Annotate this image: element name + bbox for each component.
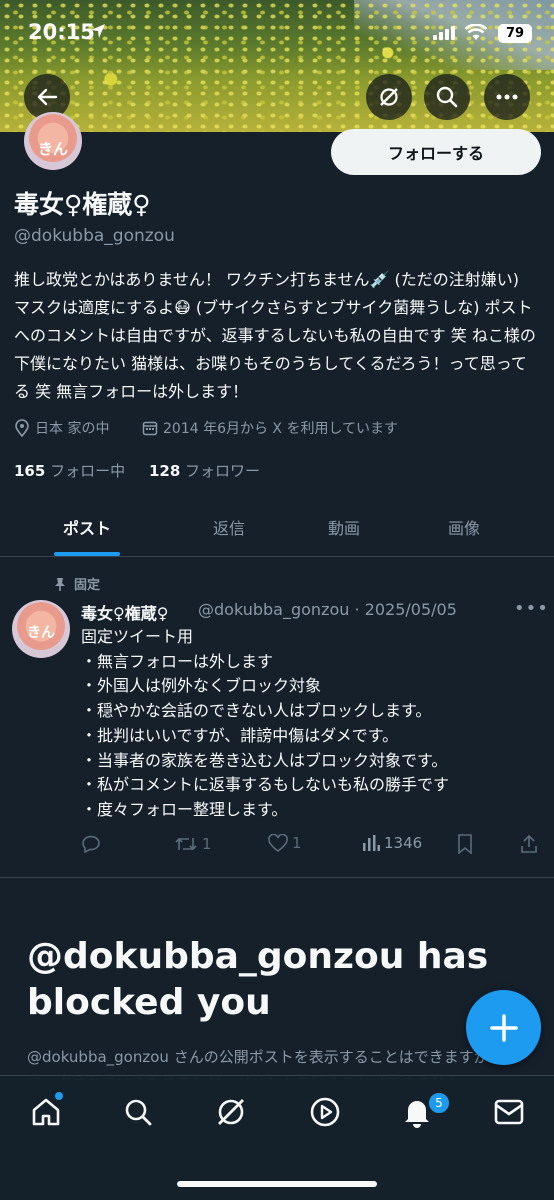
grok-nav-icon: [218, 1099, 244, 1125]
nav-video[interactable]: [305, 1092, 345, 1132]
nav-explore[interactable]: [118, 1092, 158, 1132]
post-author-name[interactable]: 毒女♀権蔵♀: [81, 600, 168, 624]
tab-posts[interactable]: ポスト: [24, 500, 150, 554]
location-arrow-icon: [91, 24, 105, 38]
more-button[interactable]: [484, 74, 530, 120]
post-line: ・批判はいいですが、誹謗中傷はダメです。: [81, 725, 399, 745]
reply-icon: [82, 835, 100, 854]
profile-bio: 推し政党とかはありません！ ワクチン打ちません💉 (ただの注射嫌い) マスクは適…: [14, 270, 536, 401]
profile-avatar[interactable]: きん: [24, 112, 82, 170]
profile-joined: 2014 年6月から X を利用しています: [142, 418, 398, 438]
followers-link[interactable]: 128 フォロワー: [149, 462, 260, 480]
status-time: 20:15: [28, 20, 95, 44]
home-unread-dot: [55, 1092, 63, 1100]
post-line: ・穏やかな会話のできない人はブロックします。: [81, 701, 432, 721]
bookmark-icon: [458, 834, 472, 854]
more-icon: [496, 94, 518, 100]
follow-counts: 165 フォロー中 128 フォロワー: [14, 460, 260, 481]
like-button[interactable]: 1: [268, 834, 302, 852]
avatar-text: きん: [37, 140, 68, 158]
like-count: 1: [292, 834, 302, 852]
pin-icon: [55, 577, 65, 591]
grok-icon: [380, 88, 398, 106]
share-icon: [521, 834, 537, 853]
reply-button[interactable]: [81, 834, 101, 854]
pinned-text: 固定: [74, 578, 101, 593]
profile-handle: @dokubba_gonzou: [14, 226, 175, 246]
views-button[interactable]: 1346: [362, 834, 422, 852]
pinned-label: 固定: [54, 574, 100, 593]
followers-count: 128: [148, 462, 181, 480]
retweet-button[interactable]: 1: [174, 834, 212, 854]
location-text: 日本 家の中: [35, 421, 110, 437]
post-line: ・無言フォローは外します: [81, 651, 274, 671]
tab-divider: [0, 556, 554, 557]
profile-location: 日本 家の中: [14, 418, 109, 438]
back-arrow-icon: [37, 88, 58, 106]
location-pin-icon: [15, 419, 29, 437]
grok-button[interactable]: [366, 74, 412, 120]
post-avatar-text: きん: [27, 625, 55, 641]
post-line: ・当事者の家族を巻き込む人はブロック対象です。: [81, 750, 448, 770]
post-more-icon[interactable]: •••: [514, 598, 549, 619]
nav-grok[interactable]: [211, 1092, 251, 1132]
post-line: ・外国人は例外なくブロック対象: [81, 676, 322, 696]
tab-replies[interactable]: 返信: [166, 500, 292, 554]
followers-label: フォロワー: [185, 462, 261, 480]
bookmark-button[interactable]: [457, 834, 473, 854]
post-divider: [0, 877, 554, 878]
mail-icon: [494, 1099, 524, 1125]
search-icon: [436, 86, 458, 108]
share-button[interactable]: [520, 834, 538, 854]
post-line: ・私がコメントに返事するもしないも私の勝手です: [81, 775, 450, 795]
tab-images[interactable]: 画像: [401, 500, 527, 554]
blocked-title: @dokubba_gonzou has blocked you: [27, 936, 489, 1023]
post-line: 固定ツイート用: [81, 627, 194, 646]
tab-videos[interactable]: 動画: [281, 500, 407, 554]
following-count: 165: [14, 462, 46, 480]
compose-post-button[interactable]: [466, 990, 541, 1065]
home-indicator: [177, 1181, 377, 1187]
signal-icon: [433, 26, 455, 40]
home-icon: [32, 1098, 60, 1126]
wifi-icon: [465, 24, 487, 40]
following-label: フォロー中: [50, 462, 126, 480]
battery-indicator: 79: [498, 24, 532, 43]
nav-messages[interactable]: [489, 1092, 529, 1132]
post-avatar[interactable]: きん: [12, 600, 70, 658]
retweet-count: 1: [202, 835, 212, 853]
explore-icon: [125, 1099, 152, 1126]
retweet-icon: [175, 837, 197, 851]
post-body: 固定ツイート用 ・無言フォローは外します ・外国人は例外なくブロック対象 ・穏や…: [81, 625, 449, 823]
search-button[interactable]: [424, 74, 470, 120]
calendar-icon: [142, 421, 158, 436]
joined-text: 2014 年6月から X を利用しています: [163, 421, 399, 437]
views-count: 1346: [384, 834, 423, 852]
plus-icon: [489, 1013, 518, 1042]
like-icon: [268, 834, 288, 852]
follow-button[interactable]: フォローする: [331, 129, 541, 175]
video-icon: [310, 1097, 340, 1127]
post-author-meta: @dokubba_gonzou · 2025/05/05: [198, 600, 457, 619]
post-line: ・度々フォロー整理します。: [81, 799, 288, 819]
profile-display-name: 毒女♀権蔵♀: [14, 190, 151, 219]
following-link[interactable]: 165 フォロー中: [14, 462, 125, 480]
views-icon: [363, 835, 380, 851]
notifications-badge: 5: [427, 1091, 451, 1115]
